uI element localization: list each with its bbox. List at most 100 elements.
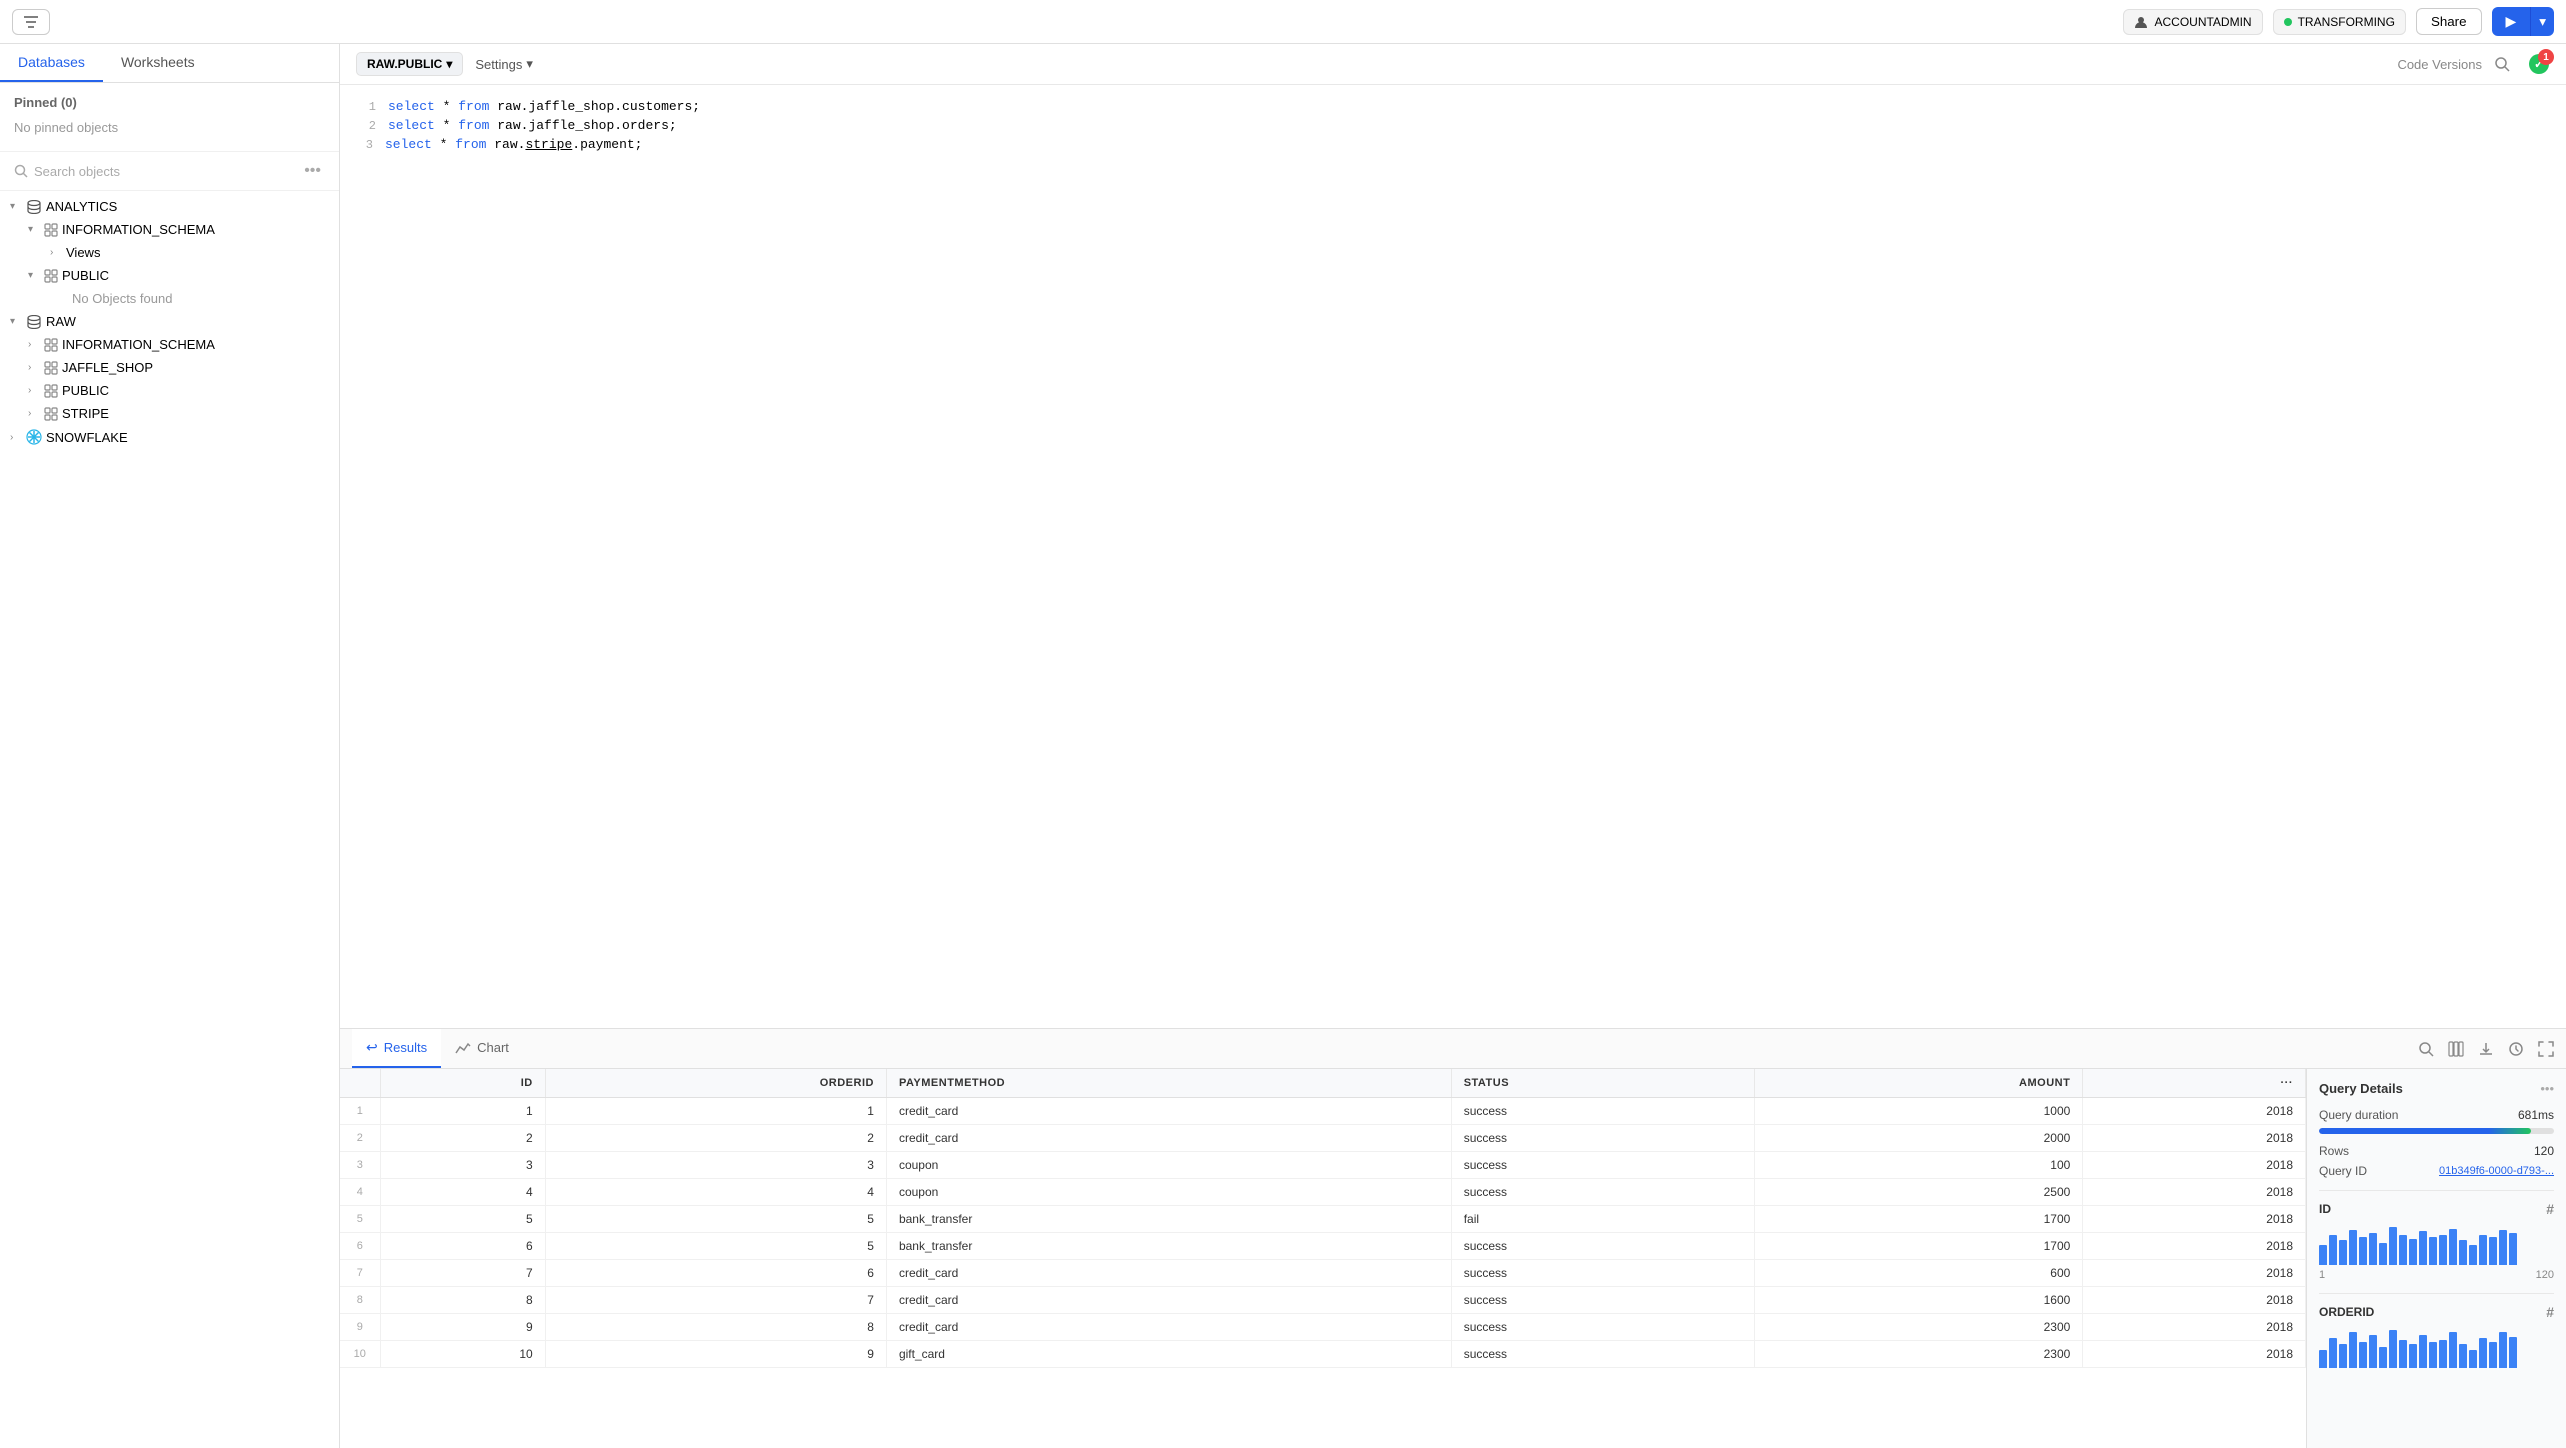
table-cell: 9 — [380, 1314, 545, 1341]
download-icon[interactable] — [2478, 1041, 2494, 1057]
table-cell: 2 — [545, 1125, 886, 1152]
query-details-more[interactable]: ••• — [2540, 1081, 2554, 1096]
bar — [2459, 1240, 2467, 1265]
bar — [2329, 1235, 2337, 1265]
code-line-2: 2 select * from raw.jaffle_shop.orders; — [340, 116, 2566, 135]
table-cell: 2300 — [1754, 1314, 2083, 1341]
tree-label-raw: RAW — [46, 314, 76, 329]
editor-search-icon[interactable] — [2494, 56, 2510, 72]
code-editor[interactable]: 1 select * from raw.jaffle_shop.customer… — [340, 85, 2566, 1028]
tree-item-raw[interactable]: ▾ RAW — [0, 310, 339, 333]
chevron-icon: › — [28, 362, 40, 373]
chevron-icon: › — [28, 385, 40, 396]
table-cell: 1600 — [1754, 1287, 2083, 1314]
tab-databases[interactable]: Databases — [0, 44, 103, 82]
share-button[interactable]: Share — [2416, 8, 2482, 35]
table-cell: 2018 — [2083, 1314, 2306, 1341]
orderid-column-section: ORDERID # — [2319, 1293, 2554, 1368]
more-button[interactable]: ••• — [300, 160, 325, 182]
table-row: 887credit_cardsuccess16002018 — [340, 1287, 2306, 1314]
table-cell: 100 — [1754, 1152, 2083, 1179]
bar — [2479, 1235, 2487, 1265]
main-layout: Databases Worksheets Pinned (0) No pinne… — [0, 44, 2566, 1448]
table-cell: 1 — [545, 1098, 886, 1125]
query-id-value[interactable]: 01b349f6-0000-d793-... — [2439, 1165, 2554, 1177]
table-cell: 8 — [380, 1287, 545, 1314]
schema-chevron-icon: ▾ — [446, 57, 452, 71]
run-button[interactable]: ▶ — [2492, 7, 2531, 36]
bar — [2499, 1332, 2507, 1368]
rows-value: 120 — [2534, 1144, 2554, 1158]
tree-label-raw-stripe: STRIPE — [62, 406, 109, 421]
table-cell: success — [1451, 1179, 1754, 1206]
expand-icon[interactable] — [2538, 1041, 2554, 1057]
search-results-icon[interactable] — [2418, 1041, 2434, 1057]
settings-chevron-icon: ▾ — [526, 56, 533, 72]
table-cell: 600 — [1754, 1260, 2083, 1287]
schema-selector[interactable]: RAW.PUBLIC ▾ — [356, 52, 463, 76]
search-input[interactable] — [34, 164, 294, 179]
table-cell: 4 — [340, 1179, 380, 1206]
table-cell: 2000 — [1754, 1125, 2083, 1152]
table-cell: 8 — [340, 1287, 380, 1314]
tree-label-raw-infoschema: INFORMATION_SCHEMA — [62, 337, 215, 352]
tree-item-analytics[interactable]: ▾ ANALYTICS — [0, 195, 339, 218]
snowflake-icon — [26, 429, 42, 445]
search-icon — [14, 164, 28, 178]
tree-item-views[interactable]: › Views — [0, 241, 339, 264]
table-cell: success — [1451, 1287, 1754, 1314]
query-duration-fill — [2319, 1128, 2531, 1134]
history-icon[interactable] — [2508, 1041, 2524, 1057]
tree-label-raw-jaffle: JAFFLE_SHOP — [62, 360, 153, 375]
bar — [2349, 1230, 2357, 1265]
tree-item-raw-infoschema[interactable]: › INFORMATION_SCHEMA — [0, 333, 339, 356]
table-row: 776credit_cardsuccess6002018 — [340, 1260, 2306, 1287]
table-cell: 5 — [545, 1206, 886, 1233]
filter-button[interactable] — [12, 9, 50, 35]
schema-label: RAW.PUBLIC — [367, 57, 442, 71]
col-header-orderid: ORDERID — [545, 1069, 886, 1098]
col-header-status: STATUS — [1451, 1069, 1754, 1098]
tab-results[interactable]: ↩ Results — [352, 1029, 441, 1068]
query-duration-label: Query duration — [2319, 1108, 2398, 1122]
code-content: select * from raw.jaffle_shop.customers; — [388, 99, 2550, 114]
tree-item-analytics-public[interactable]: ▾ PUBLIC — [0, 264, 339, 287]
bar — [2359, 1237, 2367, 1265]
table-row: 665bank_transfersuccess17002018 — [340, 1233, 2306, 1260]
col-header-row — [340, 1069, 380, 1098]
transforming-badge: TRANSFORMING — [2273, 9, 2406, 35]
chevron-icon: ▾ — [28, 224, 40, 235]
table-row: 10109gift_cardsuccess23002018 — [340, 1341, 2306, 1368]
id-column-section: ID # 1 120 — [2319, 1190, 2554, 1281]
bar — [2419, 1231, 2427, 1265]
tree-label-analytics: ANALYTICS — [46, 199, 117, 214]
tree-item-raw-public[interactable]: › PUBLIC — [0, 379, 339, 402]
bar — [2369, 1335, 2377, 1368]
table-cell: 2018 — [2083, 1260, 2306, 1287]
tab-chart[interactable]: Chart — [441, 1030, 523, 1067]
tree-item-snowflake[interactable]: › SNOWFLAKE — [0, 425, 339, 449]
table-cell: 5 — [545, 1233, 886, 1260]
data-table-wrap: ID ORDERID PAYMENTMETHOD STATUS AMOUNT ·… — [340, 1069, 2306, 1448]
columns-icon[interactable] — [2448, 1041, 2464, 1057]
chevron-icon: ▾ — [28, 270, 40, 281]
tree-item-raw-stripe[interactable]: › STRIPE — [0, 402, 339, 425]
table-cell: 3 — [380, 1152, 545, 1179]
chevron-icon: › — [28, 408, 40, 419]
run-dropdown-button[interactable]: ▾ — [2530, 7, 2554, 36]
notification-badge: 1 — [2538, 49, 2554, 65]
table-cell: 2018 — [2083, 1125, 2306, 1152]
tree-item-analytics-infoschema[interactable]: ▾ INFORMATION_SCHEMA — [0, 218, 339, 241]
bar — [2349, 1332, 2357, 1368]
tab-worksheets[interactable]: Worksheets — [103, 44, 213, 82]
table-cell: 3 — [340, 1152, 380, 1179]
status-label: TRANSFORMING — [2298, 15, 2395, 29]
table-cell: credit_card — [886, 1125, 1451, 1152]
code-versions-link[interactable]: Code Versions — [2397, 57, 2482, 72]
sidebar: Databases Worksheets Pinned (0) No pinne… — [0, 44, 340, 1448]
settings-button[interactable]: Settings ▾ — [475, 56, 533, 72]
schema-icon — [44, 269, 58, 283]
table-cell: 10 — [340, 1341, 380, 1368]
tree-item-raw-jaffle[interactable]: › JAFFLE_SHOP — [0, 356, 339, 379]
table-cell: bank_transfer — [886, 1206, 1451, 1233]
